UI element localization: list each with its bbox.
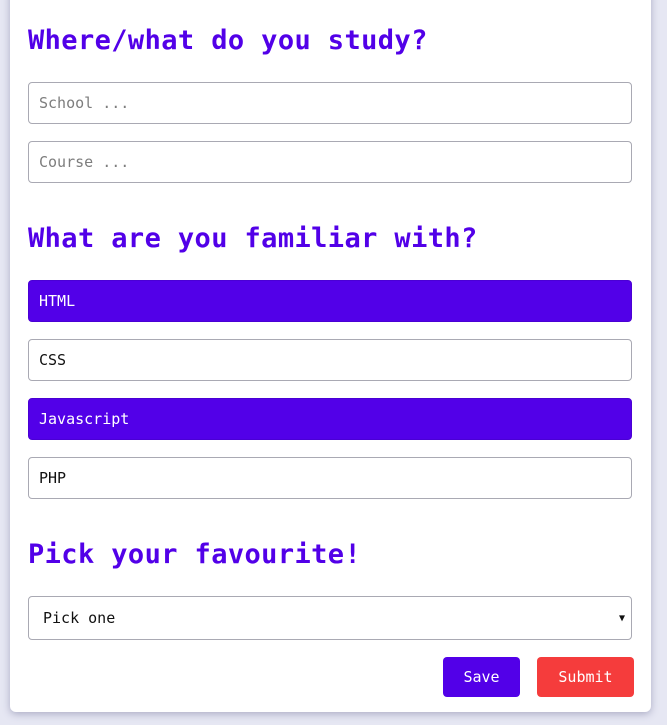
favourite-heading: Pick your favourite! [28, 539, 362, 570]
favourite-select-value: Pick one [43, 609, 116, 627]
option-php[interactable]: PHP [28, 457, 632, 499]
option-label: CSS [39, 351, 67, 369]
option-label: Javascript [39, 410, 130, 428]
option-label: HTML [39, 292, 76, 310]
save-button[interactable]: Save [443, 657, 520, 697]
form-card: Where/what do you study? What are you fa… [10, 0, 651, 712]
submit-button[interactable]: Submit [537, 657, 634, 697]
study-heading: Where/what do you study? [28, 25, 428, 56]
option-css[interactable]: CSS [28, 339, 632, 381]
course-input[interactable] [28, 141, 632, 183]
option-javascript[interactable]: Javascript [28, 398, 632, 440]
option-html[interactable]: HTML [28, 280, 632, 322]
school-input[interactable] [28, 82, 632, 124]
triangle-down-icon: ▼ [618, 612, 625, 624]
option-label: PHP [39, 469, 67, 487]
familiar-heading: What are you familiar with? [28, 223, 478, 254]
favourite-select[interactable]: Pick one ▼ [28, 596, 632, 640]
